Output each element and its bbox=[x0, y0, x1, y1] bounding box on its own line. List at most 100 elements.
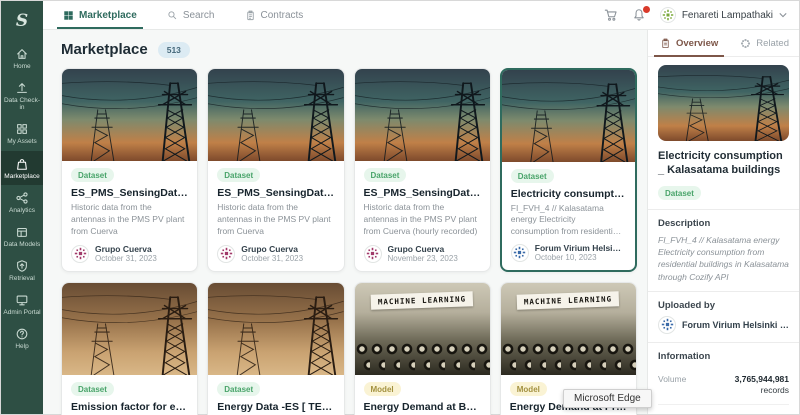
app-window: S Home Data Check-in My Assets Marketpla… bbox=[0, 0, 800, 415]
sidebar-item-help[interactable]: Help bbox=[1, 321, 43, 355]
card-thumbnail bbox=[62, 69, 198, 161]
contracts-icon bbox=[246, 10, 254, 20]
publish-date: October 31, 2023 bbox=[95, 254, 157, 263]
share-network-icon bbox=[16, 192, 28, 204]
org-avatar bbox=[217, 244, 236, 263]
info-label: Volume bbox=[658, 373, 687, 384]
thumbnail-caption: MACHINE LEARNING bbox=[517, 291, 620, 310]
detail-image bbox=[658, 65, 789, 141]
sidebar-item-label: Marketplace bbox=[4, 172, 40, 180]
page-title: Marketplace bbox=[61, 41, 148, 58]
app-logo: S bbox=[15, 11, 29, 31]
related-icon bbox=[741, 38, 751, 48]
sidebar-item-data-check-in[interactable]: Data Check-in bbox=[1, 75, 43, 116]
sidebar-item-label: Admin Portal bbox=[3, 309, 41, 317]
retrieval-shield-icon bbox=[17, 260, 27, 272]
card-title: Emission factor for electri... bbox=[71, 401, 188, 413]
sidebar-item-label: Help bbox=[15, 343, 29, 351]
tab-label: Search bbox=[182, 9, 215, 21]
org-name: Grupo Cuerva bbox=[95, 244, 152, 254]
sidebar-item-label: Data Models bbox=[3, 240, 41, 248]
cart-icon bbox=[604, 9, 617, 21]
card-thumbnail bbox=[208, 69, 344, 161]
grid-icon bbox=[64, 10, 73, 20]
taskbar-tooltip: Microsoft Edge bbox=[563, 389, 652, 408]
card-thumbnail: MACHINE LEARNING bbox=[354, 283, 490, 375]
card-description: FI_FVH_4 // Kalasatama energy Electricit… bbox=[510, 202, 620, 237]
asset-type-badge: Dataset bbox=[217, 168, 261, 182]
tab-label: Contracts bbox=[260, 9, 304, 21]
sidebar-item-admin-portal[interactable]: Admin Portal bbox=[1, 287, 43, 321]
info-label: Accessibility bbox=[658, 412, 710, 414]
typewriter-keys bbox=[354, 341, 490, 375]
publish-date: October 31, 2023 bbox=[241, 254, 304, 263]
sidebar-item-marketplace[interactable]: Marketplace bbox=[1, 150, 43, 185]
topbar-user-cluster: Fenareti Lampathaki bbox=[604, 1, 787, 29]
card-thumbnail bbox=[354, 69, 490, 161]
results-count-badge: 513 bbox=[157, 41, 190, 58]
divider bbox=[648, 208, 799, 210]
panel-tab-label: Overview bbox=[676, 37, 719, 49]
asset-type-badge: Model bbox=[363, 382, 401, 396]
information-heading: Information bbox=[658, 350, 711, 362]
search-icon bbox=[168, 10, 177, 19]
asset-card-selected[interactable]: Dataset Electricity consumption _ ... FI… bbox=[499, 68, 637, 272]
asset-card[interactable]: Dataset Emission factor for electri... E… bbox=[61, 282, 199, 415]
asset-grid: Dataset ES_PMS_SensingData_His... Histor… bbox=[61, 68, 637, 415]
notifications-button[interactable] bbox=[632, 5, 651, 22]
info-row-accessibility: Accessibility Through an API bbox=[658, 405, 789, 414]
sidebar-item-label: Home bbox=[13, 63, 31, 70]
asset-card[interactable]: Dataset ES_PMS_SensingData_His... Histor… bbox=[61, 68, 199, 272]
panel-tab-related[interactable]: Related bbox=[740, 30, 789, 56]
card-description: Historic data from the antennas in the P… bbox=[363, 202, 478, 236]
info-value: Through an API bbox=[730, 412, 789, 414]
sidebar-item-analytics[interactable]: Analytics bbox=[1, 185, 43, 219]
sidebar-item-home[interactable]: Home bbox=[1, 41, 43, 75]
panel-tab-overview[interactable]: Overview bbox=[653, 30, 725, 57]
tab-search[interactable]: Search bbox=[165, 1, 217, 29]
publish-date: October 10, 2023 bbox=[534, 253, 597, 262]
detail-description: FI_FVH_4 // Kalasatama energy Electricit… bbox=[658, 234, 789, 282]
info-value: 3,765,944,981 records bbox=[734, 373, 789, 396]
tab-contracts[interactable]: Contracts bbox=[243, 1, 306, 29]
card-thumbnail bbox=[208, 283, 344, 375]
detail-type-badge: Dataset bbox=[658, 186, 701, 201]
org-avatar bbox=[510, 243, 529, 262]
uploaded-by-heading: Uploaded by bbox=[658, 299, 716, 311]
data-models-icon bbox=[17, 227, 27, 237]
asset-card[interactable]: Dataset ES_PMS_SensingData_His... Histor… bbox=[207, 68, 345, 272]
asset-type-badge: Model bbox=[509, 382, 547, 396]
tab-marketplace[interactable]: Marketplace bbox=[57, 1, 143, 29]
sidebar: S Home Data Check-in My Assets Marketpla… bbox=[1, 1, 43, 414]
uploader-name: Forum Virium Helsinki Oy bbox=[682, 319, 789, 330]
topbar: Marketplace Search Contracts Fenareti La… bbox=[43, 1, 799, 30]
asset-type-badge: Dataset bbox=[71, 382, 114, 396]
asset-card[interactable]: MACHINE LEARNING Model Energy Demand at … bbox=[353, 282, 491, 415]
sidebar-item-data-models[interactable]: Data Models bbox=[1, 219, 43, 253]
org-name: Grupo Cuerva bbox=[241, 244, 298, 254]
org-avatar bbox=[71, 244, 89, 263]
asset-type-badge: Dataset bbox=[217, 382, 261, 396]
card-title: Energy Demand at Buildin... bbox=[363, 401, 481, 413]
sidebar-item-my-assets[interactable]: My Assets bbox=[1, 116, 43, 150]
org-name: Forum Virium Helsinki Oy bbox=[534, 243, 626, 253]
sidebar-item-label: Retrieval bbox=[9, 274, 35, 282]
card-thumbnail bbox=[62, 283, 198, 375]
asset-type-badge: Dataset bbox=[510, 169, 554, 183]
detail-panel: Overview Related Electricity consumption… bbox=[647, 30, 799, 414]
topbar-tabs: Marketplace Search Contracts bbox=[57, 1, 306, 29]
detail-title: Electricity consumption _ Kalasatama bui… bbox=[658, 150, 783, 177]
marketplace-content: Marketplace 513 Dataset ES_PMS_SensingDa… bbox=[43, 30, 647, 415]
sidebar-item-label: My Assets bbox=[7, 138, 37, 146]
cart-button[interactable] bbox=[604, 8, 618, 22]
divider bbox=[648, 290, 799, 292]
card-description: Historic data from the antennas in the P… bbox=[71, 202, 185, 236]
asset-card[interactable]: Dataset ES_PMS_SensingData_Ho... Histori… bbox=[353, 68, 491, 272]
home-icon bbox=[17, 49, 27, 59]
chevron-down-icon bbox=[779, 13, 787, 18]
user-menu[interactable]: Fenareti Lampathaki bbox=[659, 7, 787, 23]
sidebar-item-retrieval[interactable]: Retrieval bbox=[1, 253, 43, 287]
asset-card[interactable]: Dataset Energy Data -ES [ TEST ] ... bbox=[207, 282, 345, 415]
card-title: ES_PMS_SensingData_His... bbox=[71, 187, 188, 199]
user-name: Fenareti Lampathaki bbox=[681, 9, 773, 21]
